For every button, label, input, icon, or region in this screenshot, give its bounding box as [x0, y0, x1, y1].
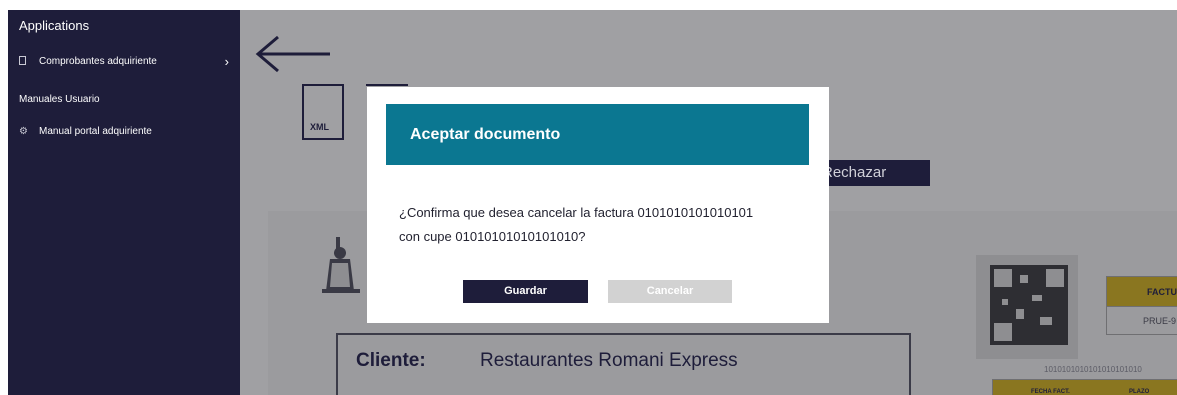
document-icon [19, 56, 28, 67]
cancel-button[interactable]: Cancelar [608, 280, 732, 303]
client-name: Restaurantes Romani Express [480, 350, 738, 371]
gears-icon: ⚙ [19, 126, 28, 137]
xml-label: XML [310, 122, 329, 132]
sidebar-item-comprobantes[interactable]: Comprobantes adquiriente › [19, 54, 229, 69]
table-header-fecha: FECHA FACT. [1031, 389, 1070, 395]
dialog-message-line1: ¿Confirma que desea cancelar la factura … [399, 205, 754, 220]
confirm-dialog: Aceptar documento ¿Confirma que desea ca… [367, 87, 829, 323]
statue-logo-icon [322, 237, 360, 293]
save-button[interactable]: Guardar [463, 280, 588, 303]
xml-file-icon[interactable]: XML [302, 84, 344, 140]
client-box: Cliente: Restaurantes Romani Express [336, 333, 911, 395]
invoice-number-value: PRUE-9 [1106, 307, 1177, 335]
back-arrow-icon[interactable] [254, 34, 332, 74]
sidebar: Applications Comprobantes adquiriente › … [8, 10, 240, 395]
dialog-message-line2: con cupe 01010101010101010? [399, 229, 586, 244]
qr-code [976, 255, 1078, 359]
invoice-number-header: FACTU [1106, 276, 1177, 307]
sidebar-item-label: Comprobantes adquiriente [39, 56, 157, 67]
invoice-dates-table: FECHA FACT. PLAZO [992, 379, 1177, 395]
sidebar-item-label: Manual portal adquiriente [39, 126, 152, 137]
client-label: Cliente: [356, 350, 426, 371]
dialog-message: ¿Confirma que desea cancelar la factura … [399, 201, 799, 249]
sidebar-title: Applications [19, 18, 90, 33]
app-frame: Applications Comprobantes adquiriente › … [8, 10, 1177, 395]
table-header-plazo: PLAZO [1129, 389, 1150, 395]
chevron-right-icon: › [224, 54, 229, 69]
barcode-text: 1010101010101010101010 [1044, 365, 1142, 374]
reject-button[interactable]: Rechazar [812, 160, 930, 186]
sidebar-section-manuales: Manuales Usuario [19, 94, 100, 105]
sidebar-item-manual[interactable]: ⚙ Manual portal adquiriente [19, 126, 152, 137]
dialog-title: Aceptar documento [386, 104, 809, 165]
